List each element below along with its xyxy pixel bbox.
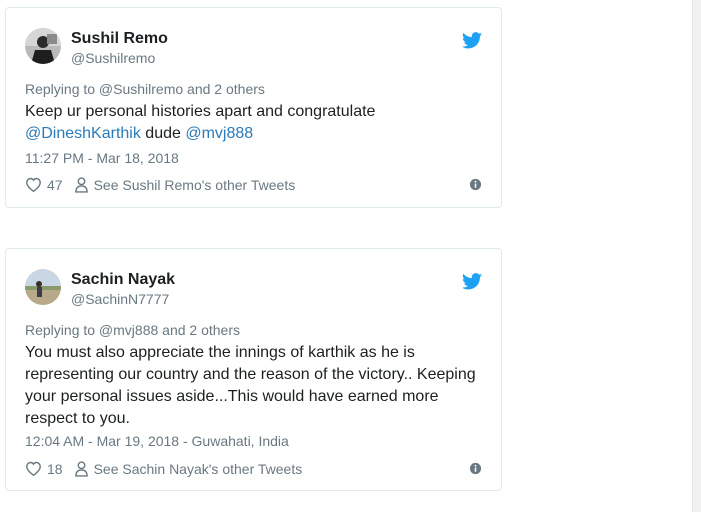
avatar[interactable] <box>25 269 61 305</box>
tweet-text-part: Keep ur personal histories apart and con… <box>25 103 376 120</box>
author-handle[interactable]: @Sushilremo <box>71 50 155 66</box>
scrollbar[interactable] <box>692 0 701 512</box>
mention-link[interactable]: @mvj888 <box>185 125 253 142</box>
see-other-tweets-link[interactable]: See Sachin Nayak's other Tweets <box>94 461 303 477</box>
author-handle[interactable]: @SachinN7777 <box>71 291 169 307</box>
tweet-actions: 47 See Sushil Remo's other Tweets <box>25 176 295 193</box>
timestamp[interactable]: 12:04 AM - Mar 19, 2018 - Guwahati, Indi… <box>25 433 289 449</box>
author-name[interactable]: Sachin Nayak <box>71 271 175 289</box>
tweet-text-line: your personal issues aside...This would … <box>25 388 439 405</box>
tweet-text-part: dude <box>140 125 186 142</box>
tweet-text-line: respect to you. <box>25 410 130 427</box>
tweet-actions: 18 See Sachin Nayak's other Tweets <box>25 460 302 477</box>
see-other-tweets-link[interactable]: See Sushil Remo's other Tweets <box>94 177 296 193</box>
author-name[interactable]: Sushil Remo <box>71 30 168 48</box>
info-icon[interactable] <box>469 462 482 475</box>
tweet-text-line: You must also appreciate the innings of … <box>25 344 415 361</box>
tweet-card-sushil[interactable]: Sushil Remo @Sushilremo Replying to @Sus… <box>5 7 502 208</box>
tweet-text-line: representing our country and the reason … <box>25 366 476 383</box>
like-count[interactable]: 47 <box>47 177 63 193</box>
twitter-bird-icon[interactable] <box>462 273 482 290</box>
info-icon[interactable] <box>469 178 482 191</box>
tweet-card-sachin[interactable]: Sachin Nayak @SachinN7777 Replying to @m… <box>5 248 502 491</box>
heart-icon[interactable] <box>25 460 42 477</box>
mention-link[interactable]: @DineshKarthik <box>25 125 141 142</box>
tweet-text: Keep ur personal histories apart and con… <box>25 101 495 145</box>
replying-to[interactable]: Replying to @mvj888 and 2 others <box>25 322 240 338</box>
replying-to[interactable]: Replying to @Sushilremo and 2 others <box>25 81 265 97</box>
heart-icon[interactable] <box>25 176 42 193</box>
tweet-text: You must also appreciate the innings of … <box>25 342 495 430</box>
twitter-bird-icon[interactable] <box>462 32 482 49</box>
person-icon[interactable] <box>74 460 88 477</box>
person-icon[interactable] <box>74 176 88 193</box>
like-count[interactable]: 18 <box>47 461 63 477</box>
timestamp[interactable]: 11:27 PM - Mar 18, 2018 <box>25 150 179 166</box>
avatar[interactable] <box>25 28 61 64</box>
